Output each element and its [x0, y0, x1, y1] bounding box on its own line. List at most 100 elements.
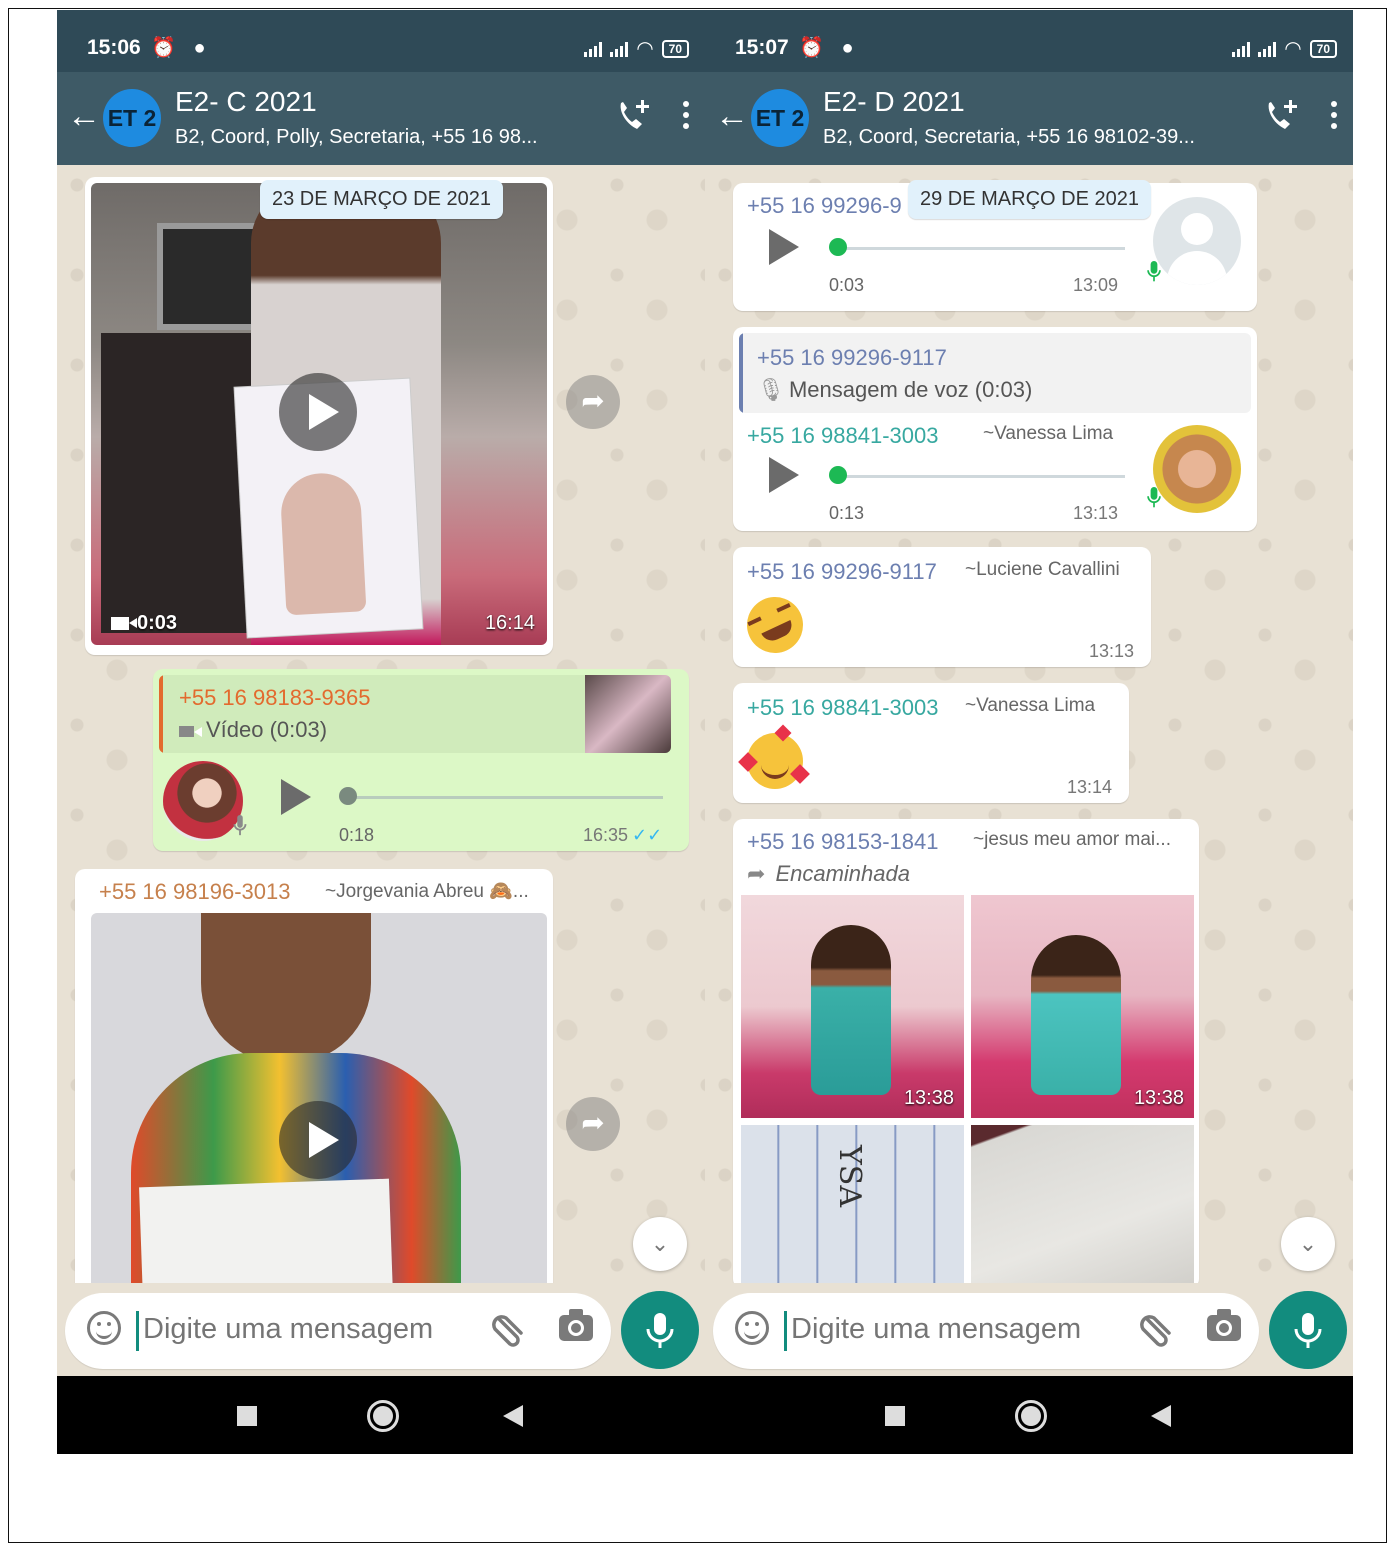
add-call-icon[interactable] [615, 97, 653, 137]
alarm-facebook-icons: ⏰ ● [151, 37, 212, 59]
video-thumbnail[interactable]: 0:03 16:14 [91, 183, 547, 645]
video-thumbnail[interactable] [91, 913, 547, 1283]
status-time: 15:06 [87, 36, 141, 59]
attach-icon[interactable] [1137, 1311, 1177, 1347]
chat-participants[interactable]: B2, Coord, Polly, Secretaria, +55 16 98.… [175, 126, 555, 149]
phone-screenshot-right: 15:07 ⏰ ● ◠ 70 ← ET 2 E2- D 2021 B2, Coo… [705, 10, 1353, 1454]
audio-progress-thumb[interactable] [339, 787, 357, 805]
sender-alias: ~Luciene Cavallini [965, 559, 1120, 580]
more-options-icon[interactable] [683, 101, 691, 134]
voice-record-button[interactable] [621, 1291, 699, 1369]
message-time: 16:35 ✓✓ [583, 825, 663, 845]
add-call-icon[interactable] [1263, 97, 1301, 137]
quoted-sender: +55 16 99296-9117 [757, 345, 947, 370]
emoji-message[interactable]: +55 16 99296-9117 ~Luciene Cavallini 13:… [733, 547, 1151, 667]
voice-reply-message[interactable]: +55 16 99296-9117 🎙 Mensagem de voz (0:03… [733, 327, 1257, 531]
status-indicators: ◠ 70 [1232, 36, 1337, 61]
attach-icon[interactable] [489, 1311, 529, 1347]
chat-participants[interactable]: B2, Coord, Secretaria, +55 16 98102-39..… [823, 126, 1203, 149]
chat-messages[interactable]: 0:03 16:14 23 DE MARÇO DE 2021 ➦ +55 16 … [57, 165, 705, 1283]
quoted-message[interactable]: +55 16 98183-9365 Vídeo (0:03) [159, 675, 671, 753]
album-photo[interactable]: 13:38 [971, 895, 1194, 1118]
back-arrow-icon[interactable]: ← [67, 96, 101, 136]
scroll-to-bottom-button[interactable]: ⌄ [633, 1217, 687, 1271]
back-icon[interactable] [1151, 1405, 1171, 1427]
chat-title[interactable]: E2- D 2021 [823, 86, 965, 118]
photo-time: 13:38 [903, 1087, 954, 1109]
play-button-icon[interactable] [279, 373, 357, 451]
sender-number[interactable]: +55 16 99296-9 [747, 193, 902, 219]
play-audio-icon[interactable] [769, 457, 799, 493]
voice-record-button[interactable] [1269, 1291, 1347, 1369]
forwarded-label: ➦ Encaminhada [747, 861, 910, 886]
emoji-icon[interactable] [735, 1311, 769, 1345]
sender-number[interactable]: +55 16 98153-1841 [747, 829, 938, 855]
chat-header: ← ET 2 E2- D 2021 B2, Coord, Secretaria,… [705, 72, 1353, 165]
message-composer [705, 1283, 1353, 1376]
home-icon[interactable] [1015, 1400, 1047, 1432]
outgoing-voice-reply[interactable]: +55 16 98183-9365 Vídeo (0:03) 0:18 16:3… [153, 669, 689, 851]
message-input-container[interactable] [713, 1293, 1259, 1369]
quoted-text: Vídeo (0:03) [179, 717, 327, 743]
paper-drawing [139, 1178, 393, 1283]
play-button-icon[interactable] [279, 1101, 357, 1179]
forward-icon[interactable]: ➦ [566, 375, 620, 429]
child-figure [811, 925, 891, 1095]
chat-title[interactable]: E2- C 2021 [175, 86, 317, 118]
message-time: 13:13 [1089, 641, 1135, 661]
forwarded-album-message[interactable]: +55 16 98153-1841 ~jesus meu amor mai...… [733, 819, 1199, 1283]
message-composer [57, 1283, 705, 1376]
date-separator: 23 DE MARÇO DE 2021 [260, 180, 503, 219]
play-audio-icon[interactable] [769, 229, 799, 265]
video-message[interactable]: 0:03 16:14 [85, 177, 553, 655]
forward-icon[interactable]: ➦ [566, 1097, 620, 1151]
audio-progress-thumb[interactable] [829, 238, 847, 256]
album-photo[interactable]: YSA [741, 1125, 964, 1283]
audio-progress-thumb[interactable] [829, 466, 847, 484]
emoji-icon[interactable] [87, 1311, 121, 1345]
group-avatar[interactable]: ET 2 [751, 89, 809, 147]
play-audio-icon[interactable] [281, 779, 311, 815]
group-avatar[interactable]: ET 2 [103, 89, 161, 147]
sender-number[interactable]: +55 16 99296-9117 [747, 559, 937, 585]
sender-avatar[interactable] [1153, 425, 1241, 513]
quoted-message[interactable]: +55 16 99296-9117 🎙 Mensagem de voz (0:03… [739, 333, 1251, 413]
camera-icon[interactable] [559, 1309, 593, 1341]
android-nav-bar [705, 1376, 1353, 1454]
video-message[interactable]: +55 16 98196-3013 ~Jorgevania Abreu 🙈... [75, 869, 553, 1283]
message-time: 13:09 [1073, 275, 1119, 295]
recents-icon[interactable] [237, 1406, 257, 1426]
smiling-hearts-emoji-icon [738, 724, 810, 789]
audio-duration: 0:18 [339, 825, 375, 845]
camera-icon[interactable] [1207, 1309, 1241, 1341]
message-input-container[interactable] [65, 1293, 611, 1369]
message-input[interactable] [143, 1313, 473, 1346]
mic-icon [233, 815, 247, 836]
recents-icon[interactable] [885, 1406, 905, 1426]
status-bar: 15:06 ⏰ ● ◠ 70 [57, 10, 705, 72]
signal-icon [1232, 41, 1251, 57]
emoji-message[interactable]: +55 16 98841-3003 ~Vanessa Lima 13:14 [733, 683, 1129, 803]
audio-progress-track[interactable] [345, 796, 663, 799]
alarm-facebook-icons: ⏰ ● [799, 37, 860, 59]
status-bar: 15:07 ⏰ ● ◠ 70 [705, 10, 1353, 72]
more-options-icon[interactable] [1331, 101, 1339, 134]
audio-progress-track[interactable] [837, 247, 1125, 250]
forwarded-icon: ➦ [747, 861, 766, 886]
sender-number[interactable]: +55 16 98196-3013 [99, 879, 290, 905]
sender-avatar[interactable] [163, 761, 243, 841]
home-icon[interactable] [367, 1400, 399, 1432]
sender-number[interactable]: +55 16 98841-3003 [747, 423, 938, 449]
audio-progress-track[interactable] [837, 475, 1125, 478]
back-arrow-icon[interactable]: ← [715, 96, 749, 136]
photo-time: 13:38 [1133, 1087, 1184, 1109]
message-input[interactable] [791, 1313, 1121, 1346]
chat-messages[interactable]: +55 16 99296-9 0:03 13:09 29 DE MARÇO DE… [705, 165, 1353, 1283]
sender-number[interactable]: +55 16 98841-3003 [747, 695, 938, 721]
scroll-to-bottom-button[interactable]: ⌄ [1281, 1217, 1335, 1271]
album-photo[interactable] [971, 1125, 1194, 1283]
text-caret [784, 1311, 787, 1351]
back-icon[interactable] [503, 1405, 523, 1427]
sender-avatar[interactable] [1153, 197, 1241, 285]
album-photo[interactable]: 13:38 [741, 895, 964, 1118]
